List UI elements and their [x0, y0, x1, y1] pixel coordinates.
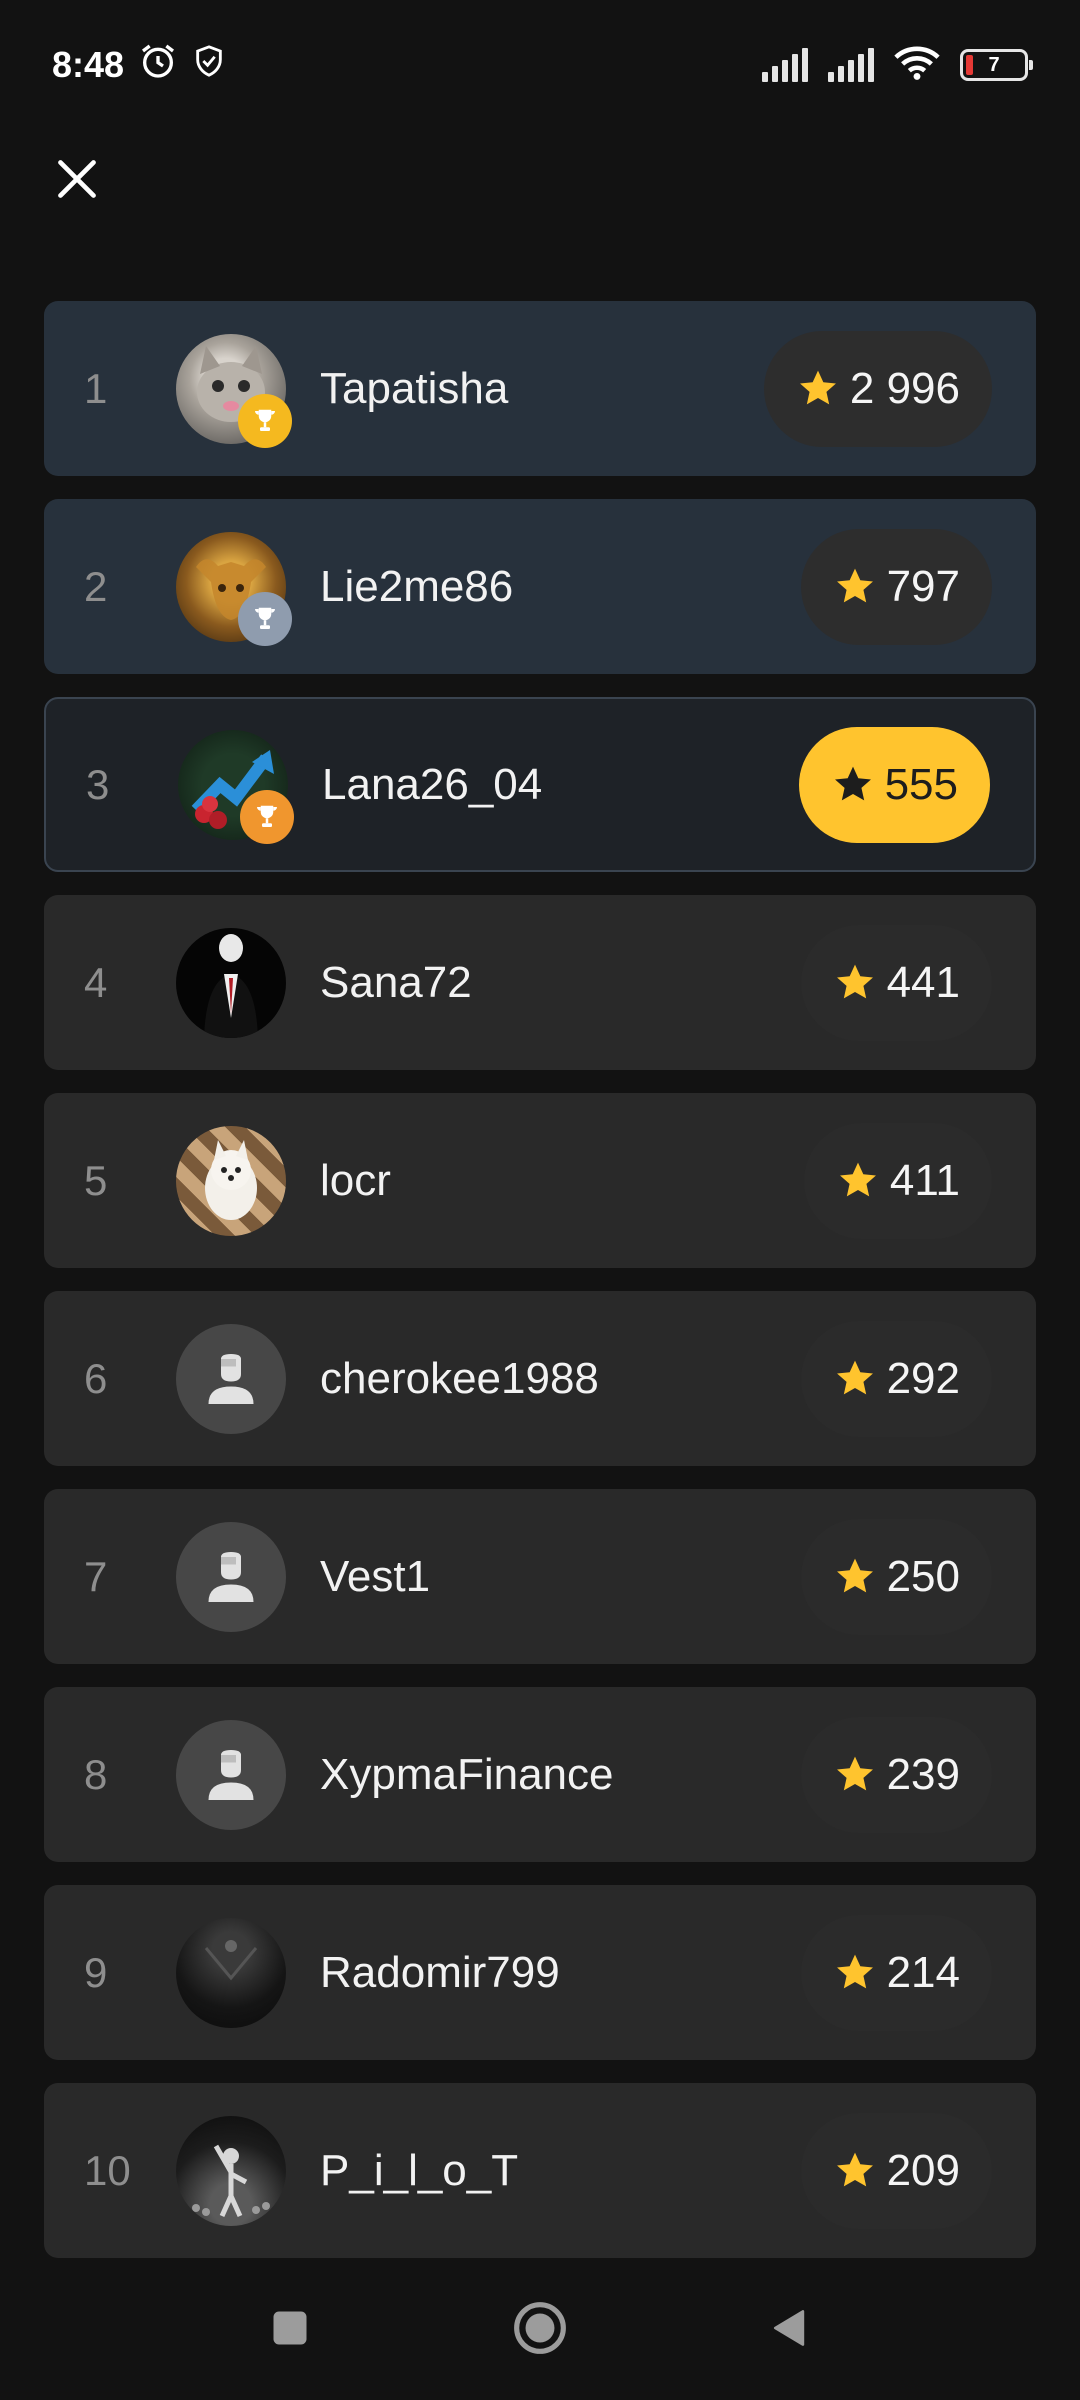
trophy-icon	[257, 805, 277, 827]
rank-number: 10	[84, 2146, 131, 2194]
star-icon	[834, 766, 871, 800]
rank-number: 7	[84, 1552, 108, 1600]
score-value: 797	[886, 561, 960, 611]
rank-number: 5	[84, 1156, 108, 1204]
signal-icon	[762, 48, 808, 82]
score-value: 292	[886, 1353, 960, 1403]
rank-number: 9	[84, 1948, 108, 1996]
avatar	[176, 1125, 286, 1236]
leaderboard-row-current-user[interactable]: 3 Lana26_04 555	[44, 697, 1036, 872]
leaderboard-row[interactable]: 8 XypmaFinance 239	[44, 1687, 1036, 1862]
score-value: 2 996	[849, 363, 960, 413]
wifi-icon	[894, 45, 940, 86]
rank-number: 8	[84, 1750, 108, 1798]
avatar	[178, 729, 294, 844]
leaderboard-row[interactable]: 6 cherokee1988 292	[44, 1291, 1036, 1466]
score-pill: 2 996	[763, 330, 992, 447]
score-value: 555	[884, 759, 958, 809]
score-pill: 250	[800, 1518, 992, 1635]
star-icon	[836, 1360, 873, 1394]
star-icon	[836, 568, 873, 602]
leaderboard-row[interactable]: 5 locr 411	[44, 1093, 1036, 1268]
score-value: 250	[886, 1551, 960, 1601]
score-pill: 292	[800, 1320, 992, 1437]
avatar	[176, 1917, 286, 2028]
score-pill: 797	[800, 528, 992, 645]
star-icon	[799, 370, 836, 404]
rank-number: 4	[84, 958, 108, 1006]
avatar	[176, 927, 286, 1038]
alarm-icon	[138, 41, 178, 90]
signal-icon	[828, 48, 874, 82]
status-right: 7	[762, 45, 1033, 86]
back-button[interactable]	[768, 2306, 812, 2355]
score-pill: 239	[800, 1716, 992, 1833]
back-triangle-icon	[773, 2309, 805, 2346]
default-avatar-icon	[208, 1749, 254, 1800]
avatar	[176, 531, 292, 646]
leaderboard-row[interactable]: 4 Sana72 441	[44, 895, 1036, 1070]
leaderboard-row[interactable]: 2 Lie2me86 797	[44, 499, 1036, 674]
battery-icon: 7	[960, 49, 1033, 81]
score-pill: 441	[800, 924, 992, 1041]
leaderboard-list: 1 Tapatisha 2 996 2 Lie2me86 797 3 Lana2…	[44, 301, 1036, 2281]
leaderboard-row[interactable]: 9 Radomir799 214	[44, 1885, 1036, 2060]
star-icon	[836, 2152, 873, 2186]
star-icon	[836, 1558, 873, 1592]
rank-number: 6	[84, 1354, 108, 1402]
avatar	[176, 333, 292, 448]
leaderboard-row[interactable]: 7 Vest1 250	[44, 1489, 1036, 1664]
avatar	[176, 1323, 286, 1434]
star-icon	[836, 964, 873, 998]
default-avatar-icon	[208, 1353, 254, 1404]
leaderboard-row[interactable]: 10 P_i_l_o_T 209	[44, 2083, 1036, 2258]
trophy-icon	[255, 409, 275, 431]
home-button[interactable]	[512, 2300, 568, 2361]
status-left: 8:48	[52, 41, 226, 90]
score-value: 239	[886, 1749, 960, 1799]
star-icon	[836, 1756, 873, 1790]
score-pill: 555	[798, 726, 990, 843]
score-value: 441	[886, 957, 960, 1007]
star-icon	[836, 1954, 873, 1988]
status-bar: 8:48 7	[0, 0, 1080, 130]
battery-level: 7	[988, 53, 1000, 76]
score-value: 209	[886, 2145, 960, 2195]
trophy-icon	[255, 607, 275, 629]
close-button[interactable]	[48, 150, 106, 208]
trophy-badge-gold	[238, 393, 292, 448]
home-circle-icon	[514, 2301, 566, 2354]
score-value: 214	[886, 1947, 960, 1997]
avatar	[176, 1719, 286, 1830]
score-pill: 411	[803, 1122, 992, 1239]
avatar	[176, 1521, 286, 1632]
avatar	[176, 2115, 286, 2226]
leaderboard-row[interactable]: 1 Tapatisha 2 996	[44, 301, 1036, 476]
shield-icon	[192, 44, 226, 87]
score-pill: 214	[800, 1914, 992, 2031]
rank-number: 1	[84, 364, 108, 412]
score-pill: 209	[800, 2112, 992, 2229]
trophy-badge-silver	[238, 591, 292, 646]
square-icon	[273, 2311, 307, 2344]
score-value: 411	[889, 1155, 960, 1205]
rank-number: 2	[84, 562, 108, 610]
rank-number: 3	[86, 760, 110, 808]
default-avatar-icon	[208, 1551, 254, 1602]
close-icon	[58, 160, 96, 198]
trophy-badge-bronze	[240, 789, 294, 844]
status-time: 8:48	[52, 44, 125, 85]
system-navigation-bar	[0, 2260, 1080, 2400]
star-icon	[839, 1162, 876, 1196]
recents-button[interactable]	[268, 2306, 312, 2355]
